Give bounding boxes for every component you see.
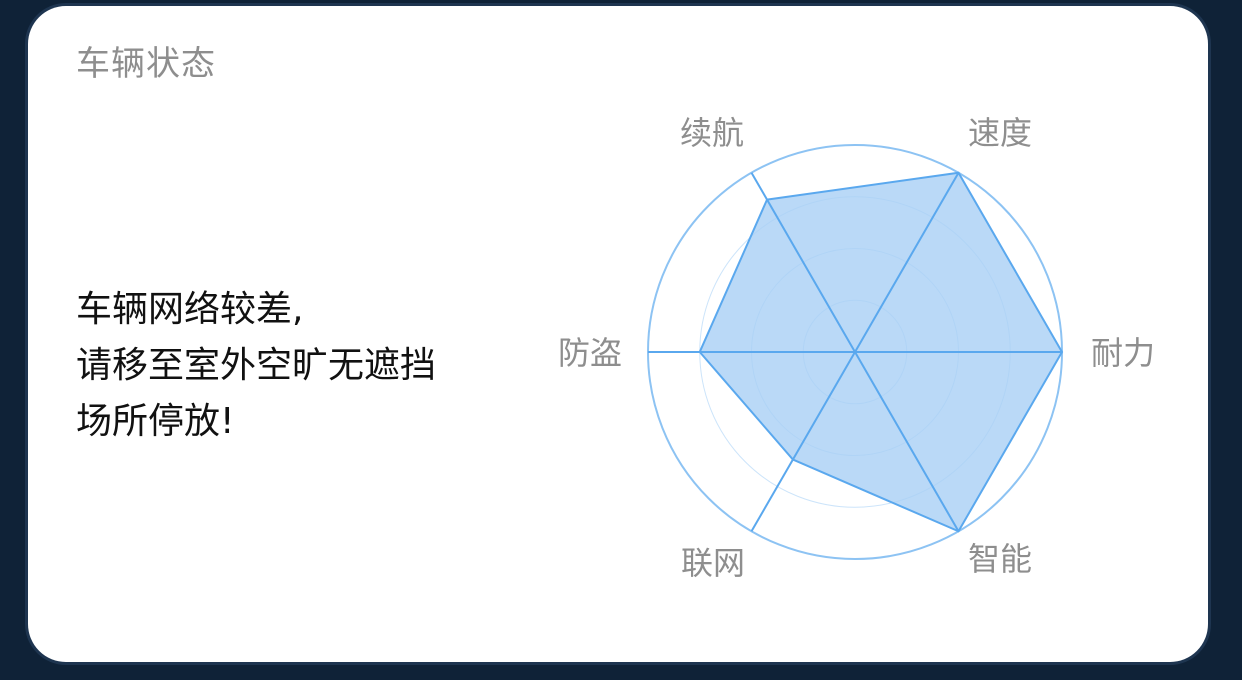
radar-axis-label: 防盗 [558, 334, 622, 372]
radar-chart: 续航 速度耐力智能 联网 防盗 [558, 114, 1155, 582]
radar-axis-label: 联网 [681, 544, 745, 582]
radar-axis-label: 续航 [680, 114, 744, 152]
radar-axis-label: 速度 [968, 114, 1032, 152]
radar-axis-label: 智能 [968, 540, 1032, 578]
radar-axis-label: 耐力 [1091, 334, 1155, 372]
